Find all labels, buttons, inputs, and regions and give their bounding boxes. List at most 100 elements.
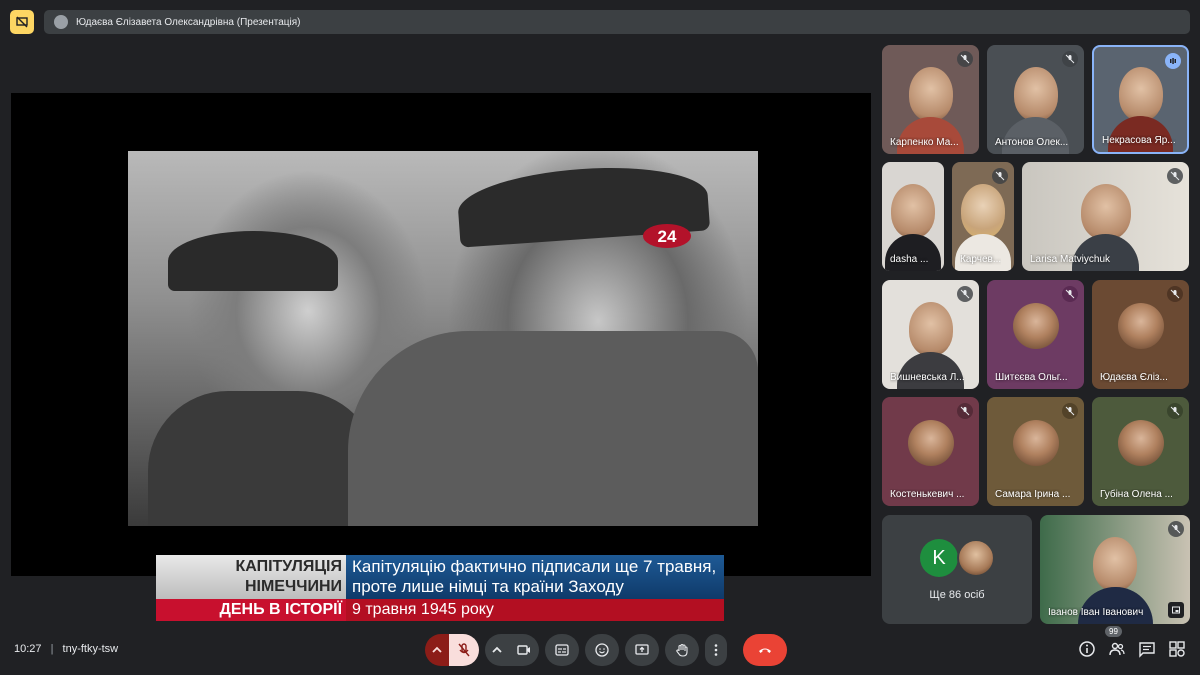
participant-name: Карпенко Ма... <box>890 137 959 148</box>
participant-tile[interactable]: dasha ... <box>882 162 944 271</box>
mic-off-icon <box>1062 403 1078 419</box>
participant-name: Larisa Matviychuk <box>1030 254 1111 265</box>
lower-third-date: 9 травня 1945 року <box>346 599 724 621</box>
participant-name: Іванов Іван Іванович <box>1048 607 1144 618</box>
mic-off-icon <box>1062 51 1078 67</box>
participant-name: Костенькевич ... <box>890 489 965 500</box>
lower-third-label-line2: НІМЕЧЧИНИ <box>244 578 342 595</box>
presentation-badge[interactable] <box>10 10 34 34</box>
captions-icon <box>555 644 569 656</box>
reactions-button[interactable] <box>585 634 619 666</box>
participant-video <box>891 184 935 239</box>
emoji-icon <box>595 643 609 657</box>
presentation-stage: 24 КАПІТУЛЯЦІЯ НІМЕЧЧИНИ Капітуляцію фак… <box>11 93 871 621</box>
participant-tile[interactable]: Антонов Олек... <box>987 45 1084 154</box>
lower-third-text: Капітуляцію фактично підписали ще 7 трав… <box>352 557 717 596</box>
side-controls: 99 <box>1078 626 1186 658</box>
call-controls <box>425 634 787 666</box>
participant-avatar <box>1117 419 1164 466</box>
mic-off-icon <box>1167 403 1183 419</box>
participant-tile[interactable]: Шитєєва Ольг... <box>987 280 1084 389</box>
participant-body <box>955 233 1011 271</box>
presentation-bar: Юдаєва Єлізавета Олександрівна (Презента… <box>44 10 1190 34</box>
info-icon <box>1079 641 1095 657</box>
lower-third-text-box: Капітуляцію фактично підписали ще 7 трав… <box>346 555 724 599</box>
more-participant-avatar <box>957 539 995 577</box>
present-screen-button[interactable] <box>625 634 659 666</box>
camera-toggle-button[interactable] <box>509 634 539 666</box>
participant-body <box>885 233 941 271</box>
activities-button[interactable] <box>1168 640 1186 658</box>
people-count-badge: 99 <box>1105 626 1122 637</box>
speaking-indicator-icon <box>1165 53 1181 69</box>
people-icon <box>1109 642 1125 656</box>
participant-name: Самара Ірина ... <box>995 489 1071 500</box>
participant-video <box>908 67 953 122</box>
channel-logo-text: 24 <box>658 227 677 246</box>
participant-name: Вишневська Л... <box>890 372 965 383</box>
participant-tile[interactable]: Самара Ірина ... <box>987 397 1084 506</box>
chevron-up-icon <box>492 646 502 653</box>
participant-video <box>908 302 953 357</box>
mic-off-icon <box>1167 168 1183 184</box>
audio-options-button[interactable] <box>425 634 449 666</box>
meeting-code: tny-ftky-tsw <box>62 643 119 655</box>
more-participant-initial: K <box>920 539 958 577</box>
participant-name: Карчев... <box>960 254 1002 265</box>
presentation-title: Юдаєва Єлізавета Олександрівна (Презента… <box>76 16 301 28</box>
participant-body <box>1072 233 1139 271</box>
participant-tile[interactable]: Larisa Matviychuk <box>1022 162 1189 271</box>
participant-name: dasha ... <box>890 254 929 265</box>
participant-name: Губіна Олена ... <box>1100 489 1173 500</box>
lower-third-section: ДЕНЬ В ІСТОРІЇ <box>156 599 346 621</box>
raise-hand-button[interactable] <box>665 634 699 666</box>
mic-off-icon <box>458 643 470 657</box>
channel-logo: 24 <box>641 221 693 251</box>
mic-off-icon <box>1062 286 1078 302</box>
people-button[interactable]: 99 <box>1105 626 1126 658</box>
more-options-button[interactable] <box>705 634 727 666</box>
lower-third-label: КАПІТУЛЯЦІЯ НІМЕЧЧИНИ <box>156 555 346 599</box>
lower-third-section-text: ДЕНЬ В ІСТОРІЇ <box>219 601 342 618</box>
video-figure-cap-left <box>168 231 338 291</box>
meeting-info: 10:27 | tny-ftky-tsw <box>14 643 118 655</box>
participant-avatar <box>1012 302 1059 349</box>
participant-tile[interactable]: Губіна Олена ... <box>1092 397 1189 506</box>
participant-name: Шитєєва Ольг... <box>995 372 1068 383</box>
participant-tile[interactable]: Вишневська Л... <box>882 280 979 389</box>
video-figure-coat-right <box>348 331 758 526</box>
present-stop-icon <box>16 16 28 28</box>
pin-tile-icon[interactable] <box>1168 602 1184 618</box>
participant-tile[interactable]: Карпенко Ма... <box>882 45 979 154</box>
participant-tile[interactable]: Юдаєва Єліз... <box>1092 280 1189 389</box>
captions-button[interactable] <box>545 634 579 666</box>
mic-toggle-button[interactable] <box>449 634 479 666</box>
mic-off-icon <box>957 51 973 67</box>
mic-off-icon <box>957 286 973 302</box>
self-view-tile[interactable]: Іванов Іван Іванович <box>1040 515 1190 624</box>
participant-tile[interactable]: Карчев... <box>952 162 1014 271</box>
participant-body <box>896 116 965 154</box>
video-options-button[interactable] <box>485 634 509 666</box>
hand-icon <box>676 643 688 657</box>
meeting-details-button[interactable] <box>1078 640 1096 658</box>
mic-off-icon <box>992 168 1008 184</box>
chat-icon <box>1139 642 1155 658</box>
participant-body <box>896 351 965 389</box>
participant-tile-speaking[interactable]: Некрасова Яр... <box>1092 45 1189 154</box>
camera-control-group <box>485 634 539 666</box>
present-screen-icon <box>635 644 649 655</box>
more-participants-tile[interactable]: K Ще 86 осіб <box>882 515 1032 624</box>
leave-call-button[interactable] <box>743 634 787 666</box>
meeting-info-separator: | <box>50 643 54 655</box>
participant-video <box>961 184 1005 239</box>
lower-third-date-text: 9 травня 1945 року <box>352 601 494 618</box>
lower-third-label-line1: КАПІТУЛЯЦІЯ <box>235 558 342 575</box>
participant-tile[interactable]: Костенькевич ... <box>882 397 979 506</box>
chat-button[interactable] <box>1138 640 1156 658</box>
more-vert-icon <box>714 644 718 656</box>
shared-video <box>128 151 758 526</box>
presenter-avatar-icon <box>54 15 68 29</box>
video-camera-icon <box>517 645 530 655</box>
participant-name: Некрасова Яр... <box>1102 135 1176 146</box>
